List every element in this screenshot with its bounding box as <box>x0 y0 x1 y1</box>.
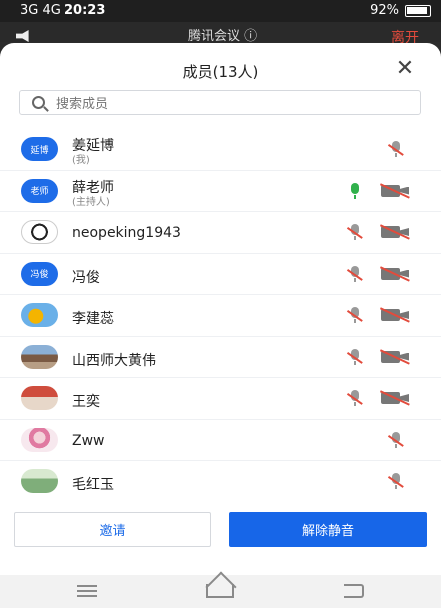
unmute-all-button[interactable]: 解除静音 <box>229 512 427 547</box>
member-row[interactable]: Zww <box>0 420 441 461</box>
mic-muted-icon[interactable] <box>347 224 363 240</box>
avatar: 延博 <box>21 137 58 161</box>
member-name: 李建蕊 <box>72 311 114 327</box>
avatar <box>21 220 58 244</box>
sheet-title: 成员(13人) <box>182 63 259 81</box>
invite-button[interactable]: 邀请 <box>14 512 211 547</box>
member-row[interactable]: 山西师大黄伟 <box>0 337 441 378</box>
camera-off-icon[interactable] <box>381 392 409 404</box>
mic-muted-icon[interactable] <box>347 307 363 323</box>
member-list: 延博 姜延博 (我) 老师 薛老师 (主持人) neopeking1943 冯俊… <box>0 129 441 503</box>
avatar <box>21 303 58 327</box>
member-row[interactable]: 李建蕊 <box>0 295 441 337</box>
member-name: 山西师大黄伟 <box>72 352 156 369</box>
camera-off-icon[interactable] <box>381 350 409 363</box>
member-row[interactable]: 冯俊 冯俊 <box>0 254 441 295</box>
member-name: neopeking1943 <box>72 225 181 241</box>
camera-off-icon[interactable] <box>381 309 409 321</box>
avatar <box>21 344 58 369</box>
back-icon[interactable] <box>344 584 364 598</box>
mic-active-icon[interactable] <box>347 182 363 199</box>
mic-muted-icon[interactable] <box>347 348 363 365</box>
mic-muted-icon[interactable] <box>388 141 404 157</box>
meeting-header: 腾讯会议 ⓘ 离开 <box>0 22 441 46</box>
home-icon[interactable] <box>206 584 234 598</box>
close-icon[interactable]: ✕ <box>393 57 417 81</box>
avatar: 老师 <box>21 178 58 203</box>
status-bar: 3G 4G 20:23 92% <box>0 0 441 22</box>
member-name: 毛红玉 <box>72 477 114 493</box>
camera-off-icon[interactable] <box>381 226 409 238</box>
camera-off-icon[interactable] <box>381 184 409 197</box>
clock: 20:23 <box>64 3 106 18</box>
system-nav-bar <box>0 575 441 608</box>
member-name: 王奕 <box>72 394 100 410</box>
status-icons: 92% <box>370 3 431 18</box>
search-input[interactable] <box>56 93 406 113</box>
member-row[interactable]: 延博 姜延博 (我) <box>0 129 441 171</box>
camera-off-icon[interactable] <box>381 267 409 280</box>
menu-icon[interactable] <box>77 585 97 597</box>
avatar <box>21 469 58 493</box>
mic-muted-icon[interactable] <box>388 431 404 448</box>
member-row[interactable]: 王奕 <box>0 378 441 420</box>
member-role: (主持人) <box>72 196 110 208</box>
member-name: 冯俊 <box>72 269 100 286</box>
search-icon <box>32 96 45 109</box>
battery-icon <box>405 4 431 17</box>
mic-muted-icon[interactable] <box>388 473 404 489</box>
member-row[interactable]: 毛红玉 <box>0 461 441 503</box>
member-name: Zww <box>72 432 105 449</box>
member-row[interactable]: 老师 薛老师 (主持人) <box>0 171 441 212</box>
signal-indicator: 3G 4G <box>20 3 61 18</box>
avatar <box>21 386 58 410</box>
mic-muted-icon[interactable] <box>347 265 363 282</box>
meeting-title[interactable]: 腾讯会议 ⓘ <box>188 25 257 44</box>
member-row[interactable]: neopeking1943 <box>0 212 441 254</box>
speaker-icon[interactable] <box>16 30 29 42</box>
mic-muted-icon[interactable] <box>347 390 363 406</box>
battery-percent: 92% <box>370 3 399 18</box>
members-sheet: 成员(13人) ✕ 延博 姜延博 (我) 老师 薛老师 (主持人) neopek… <box>0 43 441 575</box>
search-box[interactable] <box>19 90 421 115</box>
avatar <box>21 427 58 452</box>
avatar: 冯俊 <box>21 261 58 286</box>
member-role: (我) <box>72 155 90 166</box>
